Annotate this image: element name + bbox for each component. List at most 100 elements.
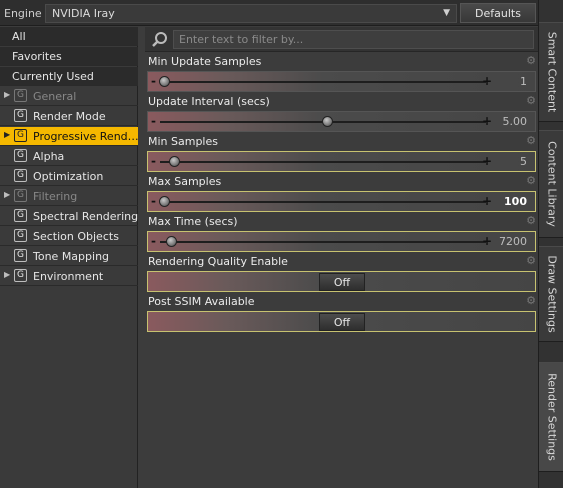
slider-handle[interactable] [322,116,333,127]
decrement-button[interactable]: - [151,234,156,248]
slider-handle[interactable] [168,156,180,167]
engine-value: NVIDIA Iray [52,7,115,20]
gear-icon[interactable]: ⚙ [526,54,536,67]
gear-icon[interactable]: ⚙ [526,254,536,267]
category-progressive-rend[interactable]: ▶ G Progressive Rend… [0,127,139,146]
category-label: Tone Mapping [33,250,110,263]
defaults-button[interactable]: Defaults [460,3,536,23]
tab-draw-settings[interactable]: Draw Settings [539,246,563,342]
gear-icon[interactable]: ⚙ [526,134,536,147]
property-row: Rendering Quality Enable ⚙ Off [145,253,538,293]
category-label: Filtering [33,190,78,203]
search-icon[interactable] [151,31,169,49]
tab-smart-content[interactable]: Smart Content [539,22,563,122]
category-all[interactable]: All [0,27,138,46]
property-slider[interactable]: - +100 [147,191,536,212]
group-icon: G [14,209,27,222]
expand-arrow-icon[interactable]: ▶ [4,90,10,99]
slider-track[interactable] [160,81,486,83]
property-slider[interactable]: - +5.00 [147,111,536,132]
category-tone-mapping[interactable]: G Tone Mapping [0,247,138,266]
property-row: Max Samples ⚙ - +100 [145,173,538,213]
property-title: Rendering Quality Enable [148,255,288,268]
category-list: All Favorites Currently Used ▶ G General G R… [0,27,139,488]
increment-button[interactable]: + [482,74,492,88]
slider-track[interactable] [160,161,486,163]
group-icon: G [14,229,27,242]
group-icon: G [14,169,27,182]
increment-button[interactable]: + [482,154,492,168]
toggle-button[interactable]: Off [319,313,365,331]
category-spectral-rendering[interactable]: G Spectral Rendering [0,207,138,226]
property-title: Min Samples [148,135,218,148]
gear-icon[interactable]: ⚙ [526,94,536,107]
category-optimization[interactable]: G Optimization [0,167,138,186]
expand-arrow-icon[interactable]: ▶ [4,270,10,279]
property-slider[interactable]: - +5 [147,151,536,172]
property-title: Post SSIM Available [148,295,255,308]
side-tab-bar: Smart Content Content Library Draw Setti… [538,0,563,488]
slider-handle[interactable] [159,76,170,87]
property-toggle: Off [147,311,536,332]
gear-icon[interactable]: ⚙ [526,294,536,307]
property-toggle: Off [147,271,536,292]
category-label: Environment [33,270,104,283]
engine-select[interactable]: NVIDIA Iray ▼ [45,4,457,23]
property-row: Update Interval (secs) ⚙ - +5.00 [145,93,538,133]
group-icon: G [14,129,27,142]
property-row: Max Time (secs) ⚙ - +7200 [145,213,538,253]
settings-pane: Min Update Samples ⚙ - +1 Update Interval (s… [145,27,538,488]
slider-handle[interactable] [159,196,170,207]
engine-bar: Engine : NVIDIA Iray ▼ Defaults [0,0,538,26]
property-value[interactable]: 5.00 [503,115,528,128]
increment-button[interactable]: + [482,234,492,248]
group-icon: G [14,89,27,102]
category-label: Spectral Rendering [33,210,139,223]
category-label: General [33,90,77,103]
expand-arrow-icon[interactable]: ▶ [4,130,10,139]
property-value[interactable]: 7200 [499,235,527,248]
decrement-button[interactable]: - [151,154,156,168]
filter-bar [145,27,538,52]
property-title: Max Time (secs) [148,215,238,228]
category-filtering[interactable]: ▶ G Filtering [0,187,138,206]
property-title: Min Update Samples [148,55,262,68]
group-icon: G [14,249,27,262]
category-label: Progressive Rend… [33,130,139,143]
filter-input[interactable] [173,30,534,49]
increment-button[interactable]: + [482,114,492,128]
toggle-button[interactable]: Off [319,273,365,291]
category-currently-used[interactable]: Currently Used [0,67,138,86]
slider-track[interactable] [160,201,486,203]
increment-button[interactable]: + [482,194,492,208]
category-section-objects[interactable]: G Section Objects [0,227,138,246]
tab-content-library[interactable]: Content Library [539,130,563,238]
category-favorites[interactable]: Favorites [0,47,138,66]
decrement-button[interactable]: - [151,114,156,128]
category-environment[interactable]: ▶ G Environment [0,267,138,286]
category-general[interactable]: ▶ G General [0,87,138,106]
property-value[interactable]: 5 [520,155,527,168]
gear-icon[interactable]: ⚙ [526,214,536,227]
property-title: Update Interval (secs) [148,95,270,108]
decrement-button[interactable]: - [151,194,156,208]
property-slider[interactable]: - +1 [147,71,536,92]
property-slider[interactable]: - +7200 [147,231,536,252]
group-icon: G [14,189,27,202]
expand-arrow-icon[interactable]: ▶ [4,190,10,199]
group-icon: G [14,149,27,162]
property-row: Min Update Samples ⚙ - +1 [145,53,538,93]
engine-label: Engine : [4,7,49,20]
decrement-button[interactable]: - [151,74,156,88]
category-label: Optimization [33,170,104,183]
gear-icon[interactable]: ⚙ [526,174,536,187]
category-alpha[interactable]: G Alpha [0,147,138,166]
property-value[interactable]: 100 [504,195,527,208]
property-value[interactable]: 1 [520,75,527,88]
property-row: Min Samples ⚙ - +5 [145,133,538,173]
slider-track[interactable] [160,241,486,243]
category-render-mode[interactable]: G Render Mode [0,107,138,126]
slider-handle[interactable] [165,236,177,247]
category-label: Render Mode [33,110,106,123]
tab-render-settings[interactable]: Render Settings [539,362,563,472]
